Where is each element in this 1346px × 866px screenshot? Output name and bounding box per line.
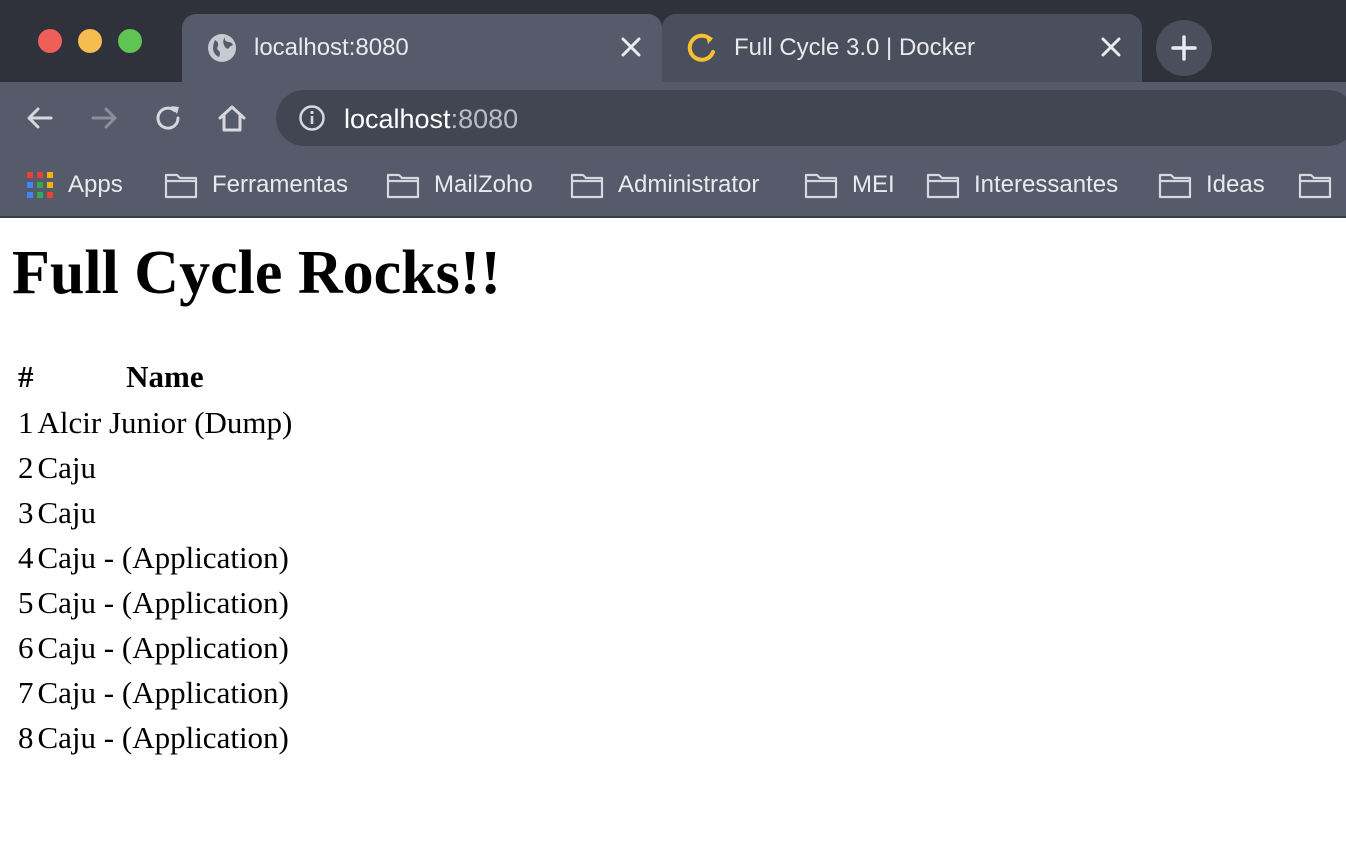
folder-icon xyxy=(1298,173,1332,199)
tab-strip: localhost:8080 Full Cycle 3.0 | Docker xyxy=(0,0,1346,82)
row-number: 5 xyxy=(18,584,34,620)
table-row: 5 Caju - (Application) xyxy=(18,580,292,625)
row-name: Caju - (Application) xyxy=(37,674,289,710)
maximize-window-button[interactable] xyxy=(118,29,142,53)
url-host: localhost xyxy=(344,104,451,134)
people-table: # Name 1 Alcir Junior (Dump) 2 Caju 3 Ca… xyxy=(14,354,296,760)
minimize-window-button[interactable] xyxy=(78,29,102,53)
bookmark-label: Ideas xyxy=(1206,171,1265,198)
fullcycle-logo-icon xyxy=(687,33,715,62)
row-name: Caju - (Application) xyxy=(37,719,289,755)
row-name: Caju - (Application) xyxy=(37,629,289,665)
browser-toolbar: localhost:8080 xyxy=(0,82,1346,154)
globe-icon xyxy=(208,34,236,62)
bookmark-label: Ferramentas xyxy=(212,171,349,198)
folder-icon xyxy=(164,173,198,199)
bookmark-folder-ideas[interactable]: Ideas xyxy=(1158,168,1265,202)
table-row: 2 Caju xyxy=(18,445,292,490)
row-number: 1 xyxy=(18,404,34,440)
url-port: :8080 xyxy=(450,104,519,134)
row-number: 6 xyxy=(18,629,34,665)
tab-title: Full Cycle 3.0 | Docker xyxy=(734,34,975,61)
folder-icon xyxy=(386,173,420,199)
row-number: 8 xyxy=(18,719,34,755)
column-header-name: Name xyxy=(126,359,204,394)
row-number: 7 xyxy=(18,674,34,710)
folder-icon xyxy=(1158,173,1192,199)
bookmark-apps[interactable]: Apps xyxy=(26,168,123,202)
table-row: 8 Caju - (Application) xyxy=(18,715,292,760)
address-bar[interactable]: localhost:8080 xyxy=(276,90,1346,146)
table-row: 3 Caju xyxy=(18,490,292,535)
page-heading: Full Cycle Rocks!! xyxy=(12,239,502,307)
folder-icon xyxy=(804,173,838,199)
row-number: 3 xyxy=(18,494,34,530)
bookmark-folder-ferramentas[interactable]: Ferramentas xyxy=(164,168,348,202)
apps-grid-icon xyxy=(27,172,53,198)
row-name: Caju - (Application) xyxy=(37,584,289,620)
tab-title: localhost:8080 xyxy=(254,34,409,61)
close-tab-icon[interactable] xyxy=(1098,34,1124,60)
bookmark-label: MailZoho xyxy=(434,171,533,198)
close-tab-icon[interactable] xyxy=(618,34,644,60)
site-info-icon[interactable] xyxy=(298,104,326,132)
tab-localhost[interactable]: localhost:8080 xyxy=(182,14,662,82)
table-header-row: # Name xyxy=(18,354,292,400)
reload-icon[interactable] xyxy=(152,102,184,134)
bookmark-folder-overflow[interactable] xyxy=(1298,168,1346,202)
bookmark-folder-mailzoho[interactable]: MailZoho xyxy=(386,168,533,202)
row-name: Caju - (Application) xyxy=(37,539,289,575)
bookmark-label: Administrator xyxy=(618,171,760,198)
page-content: Full Cycle Rocks!! # Name 1 Alcir Junior… xyxy=(0,220,1346,866)
bookmark-folder-mei[interactable]: MEI xyxy=(804,168,895,202)
folder-icon xyxy=(926,173,960,199)
new-tab-button[interactable] xyxy=(1156,20,1212,76)
bookmark-label: MEI xyxy=(852,171,895,198)
bookmark-folder-interessantes[interactable]: Interessantes xyxy=(926,168,1118,202)
tab-fullcycle-docker[interactable]: Full Cycle 3.0 | Docker xyxy=(662,14,1142,82)
bookmark-label: Apps xyxy=(68,171,123,198)
home-icon[interactable] xyxy=(216,102,248,134)
plus-icon xyxy=(1171,35,1197,61)
table-row: 1 Alcir Junior (Dump) xyxy=(18,400,292,445)
table-row: 6 Caju - (Application) xyxy=(18,625,292,670)
row-number: 2 xyxy=(18,449,34,485)
address-bar-url: localhost:8080 xyxy=(344,104,518,135)
row-number: 4 xyxy=(18,539,34,575)
bookmark-label: Interessantes xyxy=(974,171,1119,198)
folder-icon xyxy=(570,173,604,199)
close-window-button[interactable] xyxy=(38,29,62,53)
bookmarks-bar: Apps Ferramentas MailZoho Administrator … xyxy=(0,154,1346,218)
row-name: Caju xyxy=(37,449,97,485)
forward-arrow-icon[interactable] xyxy=(88,102,120,134)
row-name: Alcir Junior (Dump) xyxy=(37,404,293,440)
table-row: 4 Caju - (Application) xyxy=(18,535,292,580)
bookmark-folder-administrator[interactable]: Administrator xyxy=(570,168,759,202)
table-row: 7 Caju - (Application) xyxy=(18,670,292,715)
row-name: Caju xyxy=(37,494,97,530)
back-arrow-icon[interactable] xyxy=(24,102,56,134)
column-header-number: # xyxy=(18,359,34,394)
